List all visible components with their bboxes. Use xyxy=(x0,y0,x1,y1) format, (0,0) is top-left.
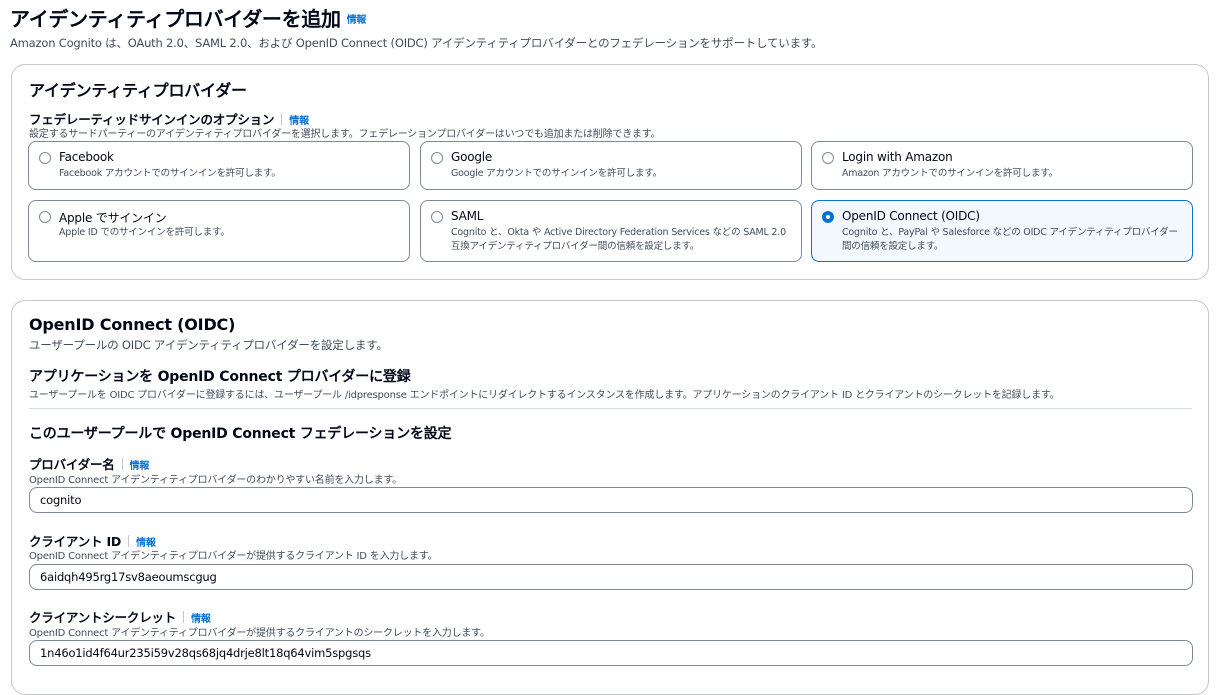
provider-option-desc: Google アカウントでのサインインを許可します。 xyxy=(451,168,662,179)
register-description: ユーザープールを OIDC プロバイダーに登録するには、ユーザープール /idp… xyxy=(29,390,1060,401)
provider-option-title: Facebook xyxy=(59,150,114,164)
idp-heading: アイデンティティプロバイダー xyxy=(29,81,247,100)
label-separator xyxy=(183,611,185,623)
provider-name-label-text: プロバイダー名 xyxy=(29,457,115,472)
client-secret-label-text: クライアントシークレット xyxy=(29,610,177,625)
provider-option-oidc[interactable]: OpenID Connect (OIDC) Cognito と、PayPal や… xyxy=(811,200,1193,262)
provider-option-desc: Cognito と、PayPal や Salesforce などの OIDC ア… xyxy=(842,227,1178,252)
client-secret-input[interactable] xyxy=(29,640,1193,666)
radio-google[interactable] xyxy=(431,152,443,164)
page-title-text: アイデンティティプロバイダーを追加 xyxy=(10,7,341,31)
oidc-heading-description: ユーザープールの OIDC アイデンティティプロバイダーを設定します。 xyxy=(29,338,388,352)
provider-option-apple[interactable]: Apple でサインイン Apple ID でのサインインを許可します。 xyxy=(28,200,410,262)
client-secret-description: OpenID Connect アイデンティティプロバイダーが提供するクライアント… xyxy=(29,628,490,639)
identity-provider-container: アイデンティティプロバイダー フェデレーティッドサインインのオプション 情報 設定… xyxy=(11,64,1209,280)
oidc-heading: OpenID Connect (OIDC) xyxy=(29,315,236,334)
provider-option-saml[interactable]: SAML Cognito と、Okta や Active Directory F… xyxy=(420,200,802,262)
radio-amazon[interactable] xyxy=(822,152,834,164)
page-info-link[interactable]: 情報 xyxy=(347,15,367,26)
oidc-config-container: OpenID Connect (OIDC) ユーザープールの OIDC アイデン… xyxy=(11,300,1209,695)
register-heading: アプリケーションを OpenID Connect プロバイダーに登録 xyxy=(29,369,411,385)
radio-saml[interactable] xyxy=(431,211,443,223)
radio-oidc[interactable] xyxy=(822,211,834,223)
provider-option-desc: Facebook アカウントでのサインインを許可します。 xyxy=(59,168,281,179)
provider-option-facebook[interactable]: Facebook Facebook アカウントでのサインインを許可します。 xyxy=(28,141,410,190)
federated-signin-description: 設定するサードパーティーのアイデンティティプロバイダーを選択します。フェデレーシ… xyxy=(29,129,661,140)
client-id-input[interactable] xyxy=(29,564,1193,590)
provider-option-title: Login with Amazon xyxy=(842,150,953,164)
provider-option-google[interactable]: Google Google アカウントでのサインインを許可します。 xyxy=(420,141,802,190)
provider-option-title: SAML xyxy=(451,209,484,223)
provider-name-input[interactable] xyxy=(29,487,1193,513)
provider-option-title: Apple でサインイン xyxy=(59,211,167,225)
provider-option-title: OpenID Connect (OIDC) xyxy=(842,209,980,223)
label-separator xyxy=(281,113,283,125)
client-id-description: OpenID Connect アイデンティティプロバイダーが提供するクライアント… xyxy=(29,551,438,562)
section-divider xyxy=(29,408,1192,409)
label-separator xyxy=(121,458,123,470)
provider-name-description: OpenID Connect アイデンティティプロバイダーのわかりやすい名前を入… xyxy=(29,475,402,486)
provider-option-desc: Amazon アカウントでのサインインを許可します。 xyxy=(842,168,1058,179)
page-title: アイデンティティプロバイダーを追加 情報 xyxy=(10,3,366,32)
provider-option-title: Google xyxy=(451,150,493,164)
radio-facebook[interactable] xyxy=(39,152,51,164)
provider-option-desc: Cognito と、Okta や Active Directory Federa… xyxy=(451,227,786,252)
configure-heading: このユーザープールで OpenID Connect フェデレーションを設定 xyxy=(29,426,452,442)
provider-option-amazon[interactable]: Login with Amazon Amazon アカウントでのサインインを許可… xyxy=(811,141,1193,190)
radio-apple[interactable] xyxy=(39,211,51,223)
provider-option-desc: Apple ID でのサインインを許可します。 xyxy=(59,227,230,238)
label-separator xyxy=(128,535,130,547)
page-description: Amazon Cognito は、OAuth 2.0、SAML 2.0、および … xyxy=(10,36,823,50)
